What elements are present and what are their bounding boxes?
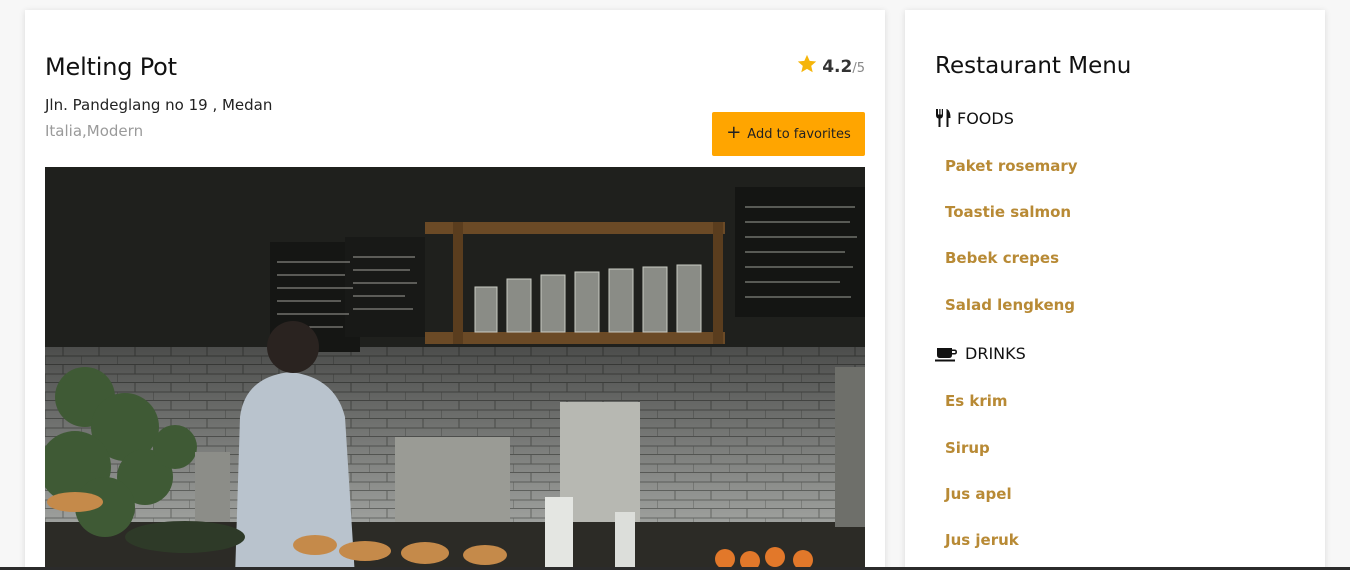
coffee-cup-icon — [935, 347, 957, 361]
rating-value: 4.2 — [822, 57, 853, 77]
restaurant-photo — [45, 167, 865, 570]
star-icon — [798, 54, 817, 73]
menu-item-es-krim[interactable]: Es krim — [945, 392, 1008, 410]
plus-icon: + — [726, 122, 742, 143]
restaurant-card: Melting Pot Jln. Pandeglang no 19 , Meda… — [25, 10, 885, 570]
restaurant-menu-card: Restaurant Menu FOODS Paket rosemary Toa… — [905, 10, 1325, 570]
add-to-favorites-button[interactable]: + Add to favorites — [712, 112, 865, 156]
foods-label: FOODS — [957, 108, 1014, 128]
menu-item-salad-lengkeng[interactable]: Salad lengkeng — [945, 296, 1075, 314]
rating-scale: /5 — [852, 61, 865, 76]
menu-item-jus-jeruk[interactable]: Jus jeruk — [945, 531, 1019, 549]
restaurant-cuisine: Italia,Modern — [45, 122, 144, 140]
drinks-label: DRINKS — [965, 344, 1026, 363]
menu-item-sirup[interactable]: Sirup — [945, 439, 990, 457]
menu-item-paket-rosemary[interactable]: Paket rosemary — [945, 157, 1078, 175]
utensils-icon — [936, 109, 951, 127]
menu-item-jus-apel[interactable]: Jus apel — [945, 485, 1012, 503]
rating: 4.2 /5 — [796, 50, 865, 77]
restaurant-address: Jln. Pandeglang no 19 , Medan — [45, 96, 273, 114]
add-to-favorites-label: Add to favorites — [747, 126, 851, 142]
menu-item-bebek-crepes[interactable]: Bebek crepes — [945, 249, 1059, 267]
menu-title: Restaurant Menu — [935, 53, 1132, 79]
drinks-section-header: DRINKS — [935, 344, 1026, 363]
restaurant-name: Melting Pot — [45, 53, 177, 81]
menu-item-toastie-salmon[interactable]: Toastie salmon — [945, 203, 1071, 221]
foods-section-header: FOODS — [935, 108, 1014, 128]
